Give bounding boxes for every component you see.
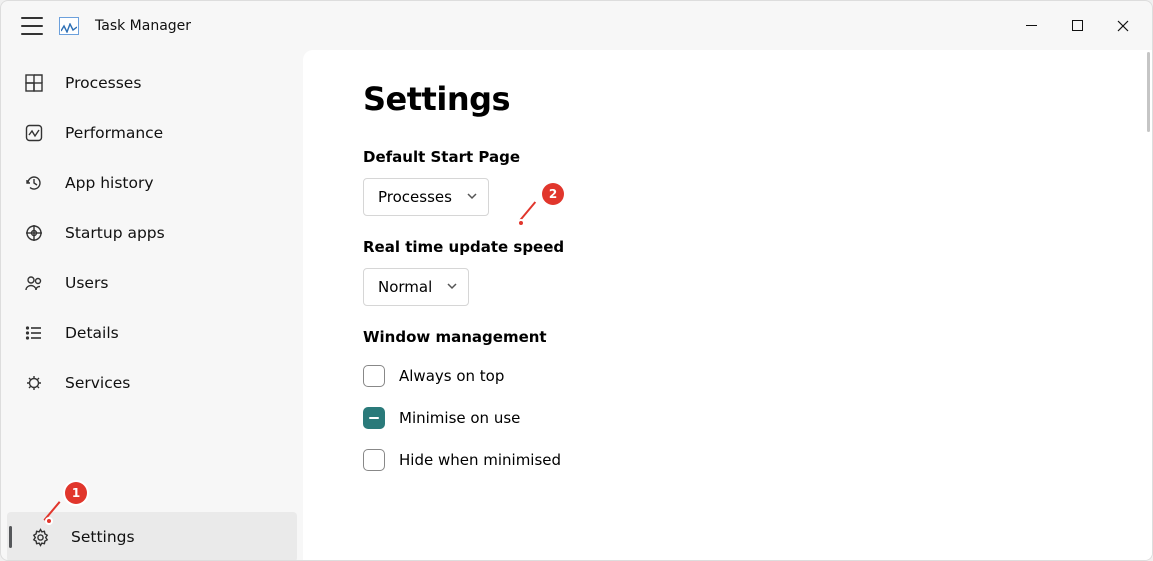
update-speed-dropdown[interactable]: Normal [363, 268, 469, 306]
nav-label: Startup apps [65, 224, 165, 242]
performance-icon [23, 124, 45, 142]
details-icon [23, 324, 45, 342]
nav-label: App history [65, 174, 154, 192]
default-start-page-dropdown[interactable]: Processes [363, 178, 489, 216]
nav-item-app-history[interactable]: App history [1, 158, 303, 208]
page-title: Settings [363, 80, 1152, 118]
minimise-on-use-checkbox[interactable] [363, 407, 385, 429]
close-button[interactable] [1100, 11, 1146, 41]
annotation-badge-2: 2 [542, 183, 564, 205]
update-speed-label: Real time update speed [363, 238, 1152, 256]
processes-icon [23, 74, 45, 92]
nav-item-startup-apps[interactable]: Startup apps [1, 208, 303, 258]
nav-label: Details [65, 324, 119, 342]
app-icon [59, 17, 79, 35]
nav-label: Processes [65, 74, 141, 92]
scrollbar[interactable] [1147, 52, 1150, 132]
app-title: Task Manager [95, 18, 191, 34]
chevron-down-icon [466, 188, 478, 206]
default-start-page-label: Default Start Page [363, 148, 1152, 166]
hamburger-menu-button[interactable] [21, 15, 43, 37]
nav-label: Settings [71, 528, 135, 546]
titlebar: Task Manager [1, 1, 1152, 50]
always-on-top-label: Always on top [399, 367, 504, 385]
nav-item-details[interactable]: Details [1, 308, 303, 358]
services-icon [23, 374, 45, 392]
history-icon [23, 174, 45, 192]
nav-label: Users [65, 274, 108, 292]
chevron-down-icon [446, 278, 458, 296]
annotation-badge-1: 1 [65, 482, 87, 504]
dropdown-value: Normal [378, 278, 432, 296]
minimise-on-use-label: Minimise on use [399, 409, 520, 427]
minimize-button[interactable] [1008, 11, 1054, 41]
annotation-dot-1 [45, 517, 53, 525]
nav-item-processes[interactable]: Processes [1, 58, 303, 108]
nav-item-users[interactable]: Users [1, 258, 303, 308]
nav-label: Services [65, 374, 130, 392]
nav-label: Performance [65, 124, 163, 142]
hide-when-minimised-checkbox[interactable] [363, 449, 385, 471]
users-icon [23, 274, 45, 292]
sidebar: Processes Performance App history Startu… [1, 50, 303, 561]
dropdown-value: Processes [378, 188, 452, 206]
content-pane: Settings Default Start Page Processes Re… [303, 50, 1152, 561]
nav-item-performance[interactable]: Performance [1, 108, 303, 158]
hide-when-minimised-label: Hide when minimised [399, 451, 561, 469]
nav-item-services[interactable]: Services [1, 358, 303, 408]
task-manager-window: Task Manager Processes Performance Ap [0, 0, 1153, 561]
window-management-label: Window management [363, 328, 1152, 346]
settings-icon [29, 528, 51, 547]
startup-icon [23, 224, 45, 242]
maximize-button[interactable] [1054, 11, 1100, 41]
annotation-dot-2 [517, 219, 525, 227]
always-on-top-checkbox[interactable] [363, 365, 385, 387]
